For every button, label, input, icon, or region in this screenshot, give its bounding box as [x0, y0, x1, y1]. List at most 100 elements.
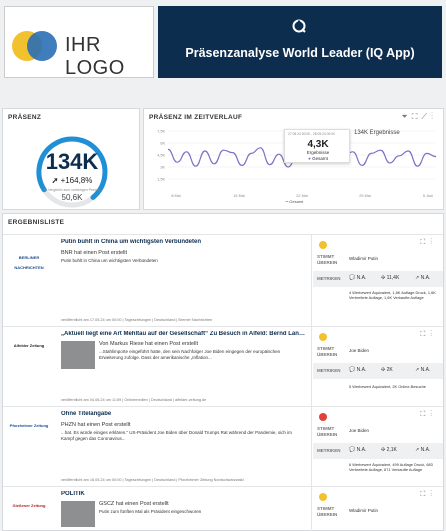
comments-icon: 💬 — [349, 367, 356, 373]
expand-icon[interactable]: ⛶ — [420, 239, 430, 246]
results-title: ERGEBNISLISTE — [8, 219, 65, 226]
timeline-panel: PRÄSENZ IM ZEITVERLAUF ⏷⛶⟋⋮ 1,5K 3K 4,5K 6K… — [143, 108, 444, 210]
result-item[interactable]: BERLINER NACHRICHTEN Putin buhlt in Chin… — [3, 234, 445, 327]
y-tick-label: 1,5K — [157, 178, 165, 182]
tooltip-label: Ergebnisse — [306, 150, 330, 155]
item-actions: ⛶⋮ — [420, 239, 437, 247]
match-label: STIMMT ÜBEREIN — [317, 506, 338, 517]
presence-panel: PRÄSENZ 134K ➚ +164,8% Im Vergleich zum … — [2, 108, 140, 210]
result-item[interactable]: Pforzheimer Zeitung Ohne Titelangabe PHZ… — [3, 406, 445, 487]
result-author: PHZN hat einen Post erstellt — [61, 422, 131, 428]
result-footer: veröffentlicht am 16.05.24 um 00:00 | Ta… — [61, 478, 244, 482]
logo-circle-blue — [27, 31, 57, 61]
tooltip-series: ● Gesamt — [285, 156, 351, 161]
result-thumbnail — [61, 341, 95, 369]
divider — [311, 327, 312, 407]
divider — [311, 235, 312, 327]
result-text: ...Stahlimporte eingeführt hatte, den se… — [99, 349, 281, 360]
legend-line-icon: ━ — [285, 199, 289, 204]
more-icon[interactable]: ⋮ — [430, 331, 437, 338]
x-tick-label: 22 Mai — [296, 194, 308, 198]
source-logo: Pforzheimer Zeitung — [9, 423, 49, 428]
result-item[interactable]: Alfelder Zeitung „Aktuell liegt eine Art… — [3, 326, 445, 407]
tooltip-series-name: Gesamt — [312, 156, 328, 161]
y-tick-label: 7,5K — [157, 130, 165, 134]
source-logo: Alfelder Zeitung — [13, 343, 45, 348]
result-footer: veröffentlicht am 17.05.24 um 00:00 | Ta… — [61, 318, 213, 322]
report-title: Präsenzanalyse World Leader (IQ App) — [185, 46, 415, 60]
result-text: ...hat. Es würde einiges erklären.“ US-P… — [61, 430, 292, 441]
chart-legend: ━ Gesamt — [144, 199, 445, 204]
expand-icon[interactable]: ⛶ — [420, 331, 430, 338]
metric-notes: 4 Werbewert Äquivalent, 1,8K Auflage Dru… — [349, 290, 436, 300]
result-title[interactable]: „Aktuell liegt eine Art Mehltau auf der … — [61, 331, 306, 337]
trend-icon: ↗ — [415, 275, 420, 281]
source-logo: BERLINER NACHRICHTEN — [14, 255, 44, 270]
app-logo-icon — [292, 19, 306, 33]
metric-trend-value: N.A. — [420, 447, 431, 453]
metric-reach: ✣ 2K — [381, 367, 393, 373]
more-icon[interactable]: ⋮ — [430, 411, 437, 418]
divider — [311, 487, 312, 531]
result-item[interactable]: Gießener Zeitung POLITIK GSCZ hat einen … — [3, 486, 445, 531]
more-icon[interactable]: ⋮ — [430, 239, 437, 246]
x-tick-label: 5 Juni — [423, 194, 433, 198]
reach-icon: ✣ — [381, 447, 386, 453]
trend-icon: ↗ — [415, 447, 420, 453]
presence-change: ➚ +164,8% — [3, 176, 141, 185]
match-label: STIMMT ÜBEREIN — [317, 426, 338, 437]
metric-reach: ✣ 2,1K — [381, 447, 397, 453]
metrics-label: METRIKEN — [317, 448, 341, 453]
metrics-label: METRIKEN — [317, 276, 341, 281]
more-icon[interactable]: ⋮ — [430, 491, 437, 498]
company-logo: IHR LOGO — [4, 6, 154, 79]
series-dot-icon: ● — [308, 156, 311, 161]
presence-change-value: +164,8% — [60, 176, 93, 185]
y-tick-label: 6K — [160, 142, 165, 146]
x-tick-label: 15 Mai — [233, 194, 245, 198]
result-footer: veröffentlicht am 04.06.24 um 11:59 | On… — [61, 398, 207, 402]
match-value: Joe Biden — [349, 348, 370, 353]
logo-text: IHR LOGO — [65, 34, 125, 79]
result-title[interactable]: Putin buhlt in China um wichtigsten Verb… — [61, 239, 306, 245]
metric-reach-value: 2K — [386, 367, 393, 373]
metric-comments: 💬 N.A. — [349, 447, 366, 453]
metric-trend: ↗ N.A. — [415, 447, 430, 453]
y-tick-label: 3K — [160, 166, 165, 170]
presence-compare-label: Im Vergleich zum vorherigen Periode — [43, 188, 101, 192]
expand-icon[interactable]: ⛶ — [420, 411, 430, 418]
item-actions: ⛶⋮ — [420, 411, 437, 419]
metric-trend-value: N.A. — [420, 367, 431, 373]
metric-trend: ↗ N.A. — [415, 275, 430, 281]
metric-trend-value: N.A. — [420, 275, 431, 281]
metric-comments-value: N.A. — [356, 447, 367, 453]
tooltip-range: 27.05.24 00:00 - 28.05.24 00:00 — [288, 132, 335, 136]
report-title-banner: Präsenzanalyse World Leader (IQ App) — [158, 6, 442, 78]
legend-label: Gesamt — [289, 199, 304, 204]
presence-previous: 50,6K — [61, 193, 83, 202]
match-value: Joe Biden — [349, 428, 370, 433]
metric-trend: ↗ N.A. — [415, 367, 430, 373]
metric-notes: 6 Werbewert Äquivalent, 499 Auflage Druc… — [349, 462, 433, 472]
result-author: Von Markus Riese hat einen Post erstellt — [99, 341, 199, 347]
result-title[interactable]: Ohne Titelangabe — [61, 411, 306, 417]
result-author: BNR hat einen Post erstellt — [61, 250, 128, 256]
expand-icon[interactable]: ⛶ — [420, 491, 430, 498]
presence-value: 134K — [45, 149, 99, 174]
match-value: Wladimir Putin — [349, 508, 379, 513]
tooltip-value: 4,3K — [307, 139, 329, 150]
metric-comments-value: N.A. — [356, 367, 367, 373]
sentiment-icon — [319, 493, 327, 501]
metric-reach: ✣ 11,4K — [381, 275, 399, 281]
metric-notes: 5 Werbewert Äquivalent, 2K Online-Besuch… — [349, 384, 426, 389]
trend-icon: ↗ — [415, 367, 420, 373]
match-value: Wladimir Putin — [349, 256, 379, 261]
chart-tooltip: 27.05.24 00:00 - 28.05.24 00:00 4,3K Erg… — [284, 129, 350, 163]
result-title[interactable]: POLITIK — [61, 491, 306, 497]
sentiment-icon — [319, 413, 327, 421]
comments-icon: 💬 — [349, 275, 356, 281]
match-label: STIMMT ÜBEREIN — [317, 254, 338, 265]
item-actions: ⛶⋮ — [420, 331, 437, 339]
result-text: Putin buhlt in China um wichtigsten Verb… — [61, 258, 158, 263]
sentiment-icon — [319, 333, 327, 341]
